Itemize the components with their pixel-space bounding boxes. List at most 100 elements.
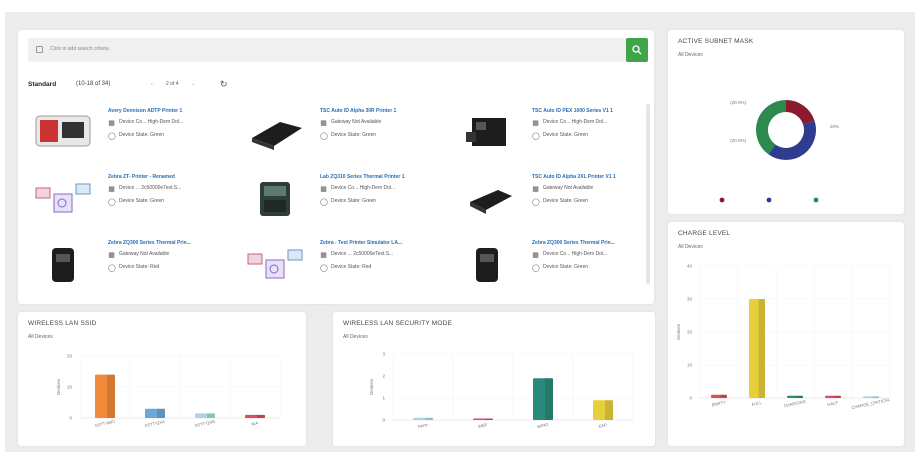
device-name[interactable]: TSC Auto ID Alpha 30R Printer 1: [320, 108, 396, 114]
device-info-row: ▦ Device Co... High-Dem Dol...: [532, 119, 607, 127]
donut-slice: [756, 100, 787, 155]
prev-page-button[interactable]: ←: [150, 81, 155, 87]
device-name[interactable]: TSC Auto ID PEX 1000 Series V1 1: [532, 108, 613, 114]
search-icon: [632, 45, 642, 55]
device-state-row: ◯ Device State: Green: [108, 132, 164, 140]
device-card[interactable]: Lab ZQ310 Series Thermal Printer 1 ▦ Devic…: [240, 168, 440, 230]
y-tick-label: 0: [382, 418, 385, 423]
security-bar-chart: Devices 3 2 1 0 None WEP WPA2 EAP: [369, 352, 634, 429]
device-state-text: Device State: Green: [331, 132, 377, 138]
subnet-panel: ACTIVE SUBNET MASK All Devices (20.0%) (2…: [668, 30, 904, 214]
y-tick-label: 3: [382, 352, 385, 357]
view-selector[interactable]: Standard: [28, 81, 56, 88]
search-checkbox[interactable]: [36, 46, 43, 53]
device-state-row: ◯ Device State: Green: [320, 198, 376, 206]
y-axis-label: Devices: [56, 378, 61, 395]
device-card[interactable]: Zebra ZT- Printer - Renamed ▦ Device ... 2…: [28, 168, 228, 230]
search-input[interactable]: Click to add search criteria: [50, 46, 109, 52]
device-info-text: Gateway Not Available: [119, 251, 170, 257]
y-tick-label: 30: [687, 297, 693, 302]
gateway-icon: ▦: [532, 186, 539, 193]
x-tick-label: None: [417, 422, 428, 429]
security-panel: WIRELESS LAN SECURITY MODE All Devices D…: [333, 312, 655, 446]
refresh-icon[interactable]: ↻: [220, 79, 228, 90]
device-state-row: ◯ Device State: Green: [532, 132, 588, 140]
device-info-text: Device ... 2c50000eTest.S...: [119, 185, 182, 191]
device-state-text: Device State: Red: [119, 264, 160, 270]
device-info-row: ▦ Device Co... High-Dem Dol...: [320, 185, 395, 193]
x-tick-label: CHARGING: [783, 399, 806, 409]
search-button[interactable]: [626, 38, 648, 62]
result-range: (10-18 of 34): [76, 81, 111, 87]
device-info-text: Gateway Not Available: [331, 119, 382, 125]
x-tick-label: SSTT-WiFi: [94, 419, 115, 428]
device-name[interactable]: TSC Auto ID Alpha 2XL Printer V1 1: [532, 174, 616, 180]
slice-label: 20%: [830, 124, 839, 129]
device-card[interactable]: TSC Auto ID PEX 1000 Series V1 1 ▦ Device …: [452, 102, 652, 164]
donut-slice: [768, 120, 816, 160]
list-toolbar: Standard (10-18 of 34) ← 2 of 4 → ↻: [28, 78, 328, 92]
device-info-row: ▦ Device ... 2c50000eTest.S...: [320, 251, 393, 259]
device-icon: ▦: [320, 186, 327, 193]
status-icon: ◯: [532, 199, 540, 206]
y-tick-label: 10: [687, 363, 693, 368]
y-axis-label: Devices: [369, 378, 374, 395]
device-name[interactable]: Lab ZQ310 Series Thermal Printer 1: [320, 174, 404, 180]
y-tick-label: 20: [67, 354, 73, 359]
y-axis-label: Devices: [676, 323, 681, 340]
device-name[interactable]: Zebra - Test Printer Simulator LA...: [320, 240, 402, 246]
device-name[interactable]: Zebra ZT- Printer - Renamed: [108, 174, 175, 180]
status-icon: ◯: [108, 265, 116, 272]
device-card[interactable]: Zebra - Test Printer Simulator LA... ▦ Dev…: [240, 234, 440, 296]
device-state-row: ◯ Device State: Green: [532, 198, 588, 206]
device-state-row: ◯ Device State: Red: [320, 264, 371, 272]
device-state-row: ◯ Device State: Red: [108, 264, 159, 272]
device-state-text: Device State: Green: [543, 132, 589, 138]
next-page-button[interactable]: →: [190, 81, 195, 87]
pagination: ← 2 of 4 →: [146, 78, 206, 91]
device-state-text: Device State: Green: [119, 132, 165, 138]
legend-dot: [766, 197, 772, 203]
device-card[interactable]: Zebra ZQ300 Series Thermal Prin... ▦ Gatew…: [28, 234, 228, 296]
device-thumbnail: [35, 115, 91, 147]
x-tick-label: N/A: [251, 420, 259, 426]
device-state-text: Device State: Green: [543, 264, 589, 270]
status-icon: ◯: [108, 199, 116, 206]
device-list-scrollbar[interactable]: [646, 104, 650, 284]
device-icon: ▦: [532, 120, 539, 127]
device-card[interactable]: TSC Auto ID Alpha 30R Printer 1 ▦ Gateway …: [240, 102, 440, 164]
status-icon: ◯: [320, 133, 328, 140]
device-info-text: Device Co... High-Dem Dol...: [331, 185, 396, 191]
bar-shade: [545, 378, 553, 420]
device-info-row: ▦ Device Co... High-Dem Dol...: [108, 119, 183, 127]
bar-shade: [796, 395, 803, 398]
device-info-row: ▦ Device ... 2c50000eTest.S...: [108, 185, 181, 193]
x-tick-label: FULL: [751, 400, 763, 407]
device-icon: ▦: [320, 252, 327, 259]
bar-shade: [758, 299, 765, 398]
bar-shade: [485, 418, 493, 420]
bar-shade: [872, 396, 879, 398]
status-icon: ◯: [532, 265, 540, 272]
device-state-text: Device State: Green: [331, 198, 377, 204]
device-card[interactable]: Avery Dennison ADTP Printer 1 ▦ Device Co.…: [28, 102, 228, 164]
device-thumbnail: [476, 248, 498, 282]
x-tick-label: WPA2: [537, 422, 550, 429]
device-name[interactable]: Zebra ZQ300 Series Thermal Prin...: [532, 240, 615, 246]
device-info-text: Device Co... High-Dem Dol...: [119, 119, 184, 125]
status-icon: ◯: [320, 199, 328, 206]
status-icon: ◯: [108, 133, 116, 140]
bar-shade: [257, 414, 265, 418]
device-card[interactable]: Zebra ZQ300 Series Thermal Prin... ▦ Devic…: [452, 234, 652, 296]
device-name[interactable]: Zebra ZQ300 Series Thermal Prin...: [108, 240, 191, 246]
devices-panel: Click to add search criteria Standard (1…: [18, 30, 654, 304]
device-card[interactable]: TSC Auto ID Alpha 2XL Printer V1 1 ▦ Gatew…: [452, 168, 652, 230]
slice-label: (20.0%): [730, 100, 746, 105]
search-bar[interactable]: Click to add search criteria: [28, 38, 636, 62]
x-tick-label: CHARGE_CRITICAL: [851, 397, 891, 410]
y-tick-label: 1: [382, 396, 385, 401]
device-state-row: ◯ Device State: Green: [320, 132, 376, 140]
device-grid: Avery Dennison ADTP Printer 1 ▦ Device Co.…: [28, 102, 644, 298]
device-thumbnail: [35, 183, 91, 213]
device-name[interactable]: Avery Dennison ADTP Printer 1: [108, 108, 182, 114]
